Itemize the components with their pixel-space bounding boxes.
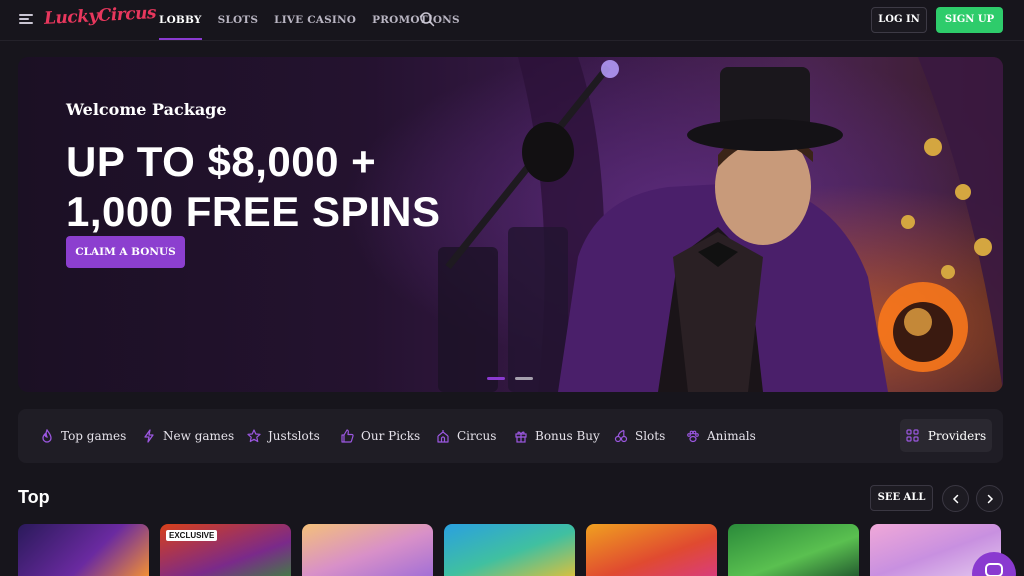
- providers-label: Providers: [927, 428, 987, 443]
- cherries-icon: [614, 429, 628, 443]
- gift-icon: [515, 431, 527, 443]
- flame-icon: [42, 429, 52, 443]
- login-button[interactable]: LOG IN: [871, 7, 927, 33]
- nav-promotions[interactable]: PROMOTIONS: [372, 0, 460, 40]
- signup-button[interactable]: SIGN UP: [936, 7, 1003, 33]
- lightning-icon: [144, 429, 154, 443]
- game-tile-1[interactable]: [18, 524, 149, 576]
- chevron-right-icon: [987, 494, 994, 504]
- paw-icon: [687, 430, 699, 443]
- grid-icon: [906, 429, 919, 442]
- hero-banner[interactable]: Welcome Package UP TO $8,000 + 1,000 FRE…: [18, 57, 1003, 392]
- category-label: Circus: [457, 429, 497, 443]
- game-tile-4[interactable]: [444, 524, 575, 576]
- thumbs-up-icon: [341, 429, 354, 443]
- category-label: Top games: [61, 429, 127, 443]
- category-slots[interactable]: Slots: [614, 409, 665, 463]
- game-tile-5[interactable]: [586, 524, 717, 576]
- category-circus[interactable]: Circus: [436, 409, 496, 463]
- hero-subtitle: Welcome Package: [66, 100, 227, 119]
- chevron-left-icon: [952, 494, 959, 504]
- category-bonus-buy[interactable]: Bonus Buy: [514, 409, 600, 463]
- nav-lobby[interactable]: LOBBY: [159, 0, 202, 40]
- site-logo[interactable]: LuckyCircus: [44, 3, 157, 29]
- hero-headline-line2: 1,000 FREE SPINS: [66, 188, 441, 235]
- circus-tent-icon: [437, 430, 449, 443]
- category-label: Justslots: [268, 429, 320, 443]
- search-icon[interactable]: [419, 11, 435, 27]
- providers-button[interactable]: Providers: [900, 419, 992, 452]
- category-bar: Top games New games Justslots Our Picks …: [18, 409, 1003, 463]
- carousel-next-button[interactable]: [976, 485, 1003, 512]
- exclusive-badge: EXCLUSIVE: [166, 530, 218, 541]
- game-tile-2[interactable]: EXCLUSIVE: [160, 524, 291, 576]
- top-header: LuckyCircus LOBBY SLOTS LIVE CASINO PROM…: [0, 0, 1024, 40]
- category-justslots[interactable]: Justslots: [247, 409, 320, 463]
- category-label: Animals: [707, 429, 756, 443]
- see-all-button[interactable]: SEE ALL: [870, 485, 933, 511]
- category-label: Bonus Buy: [535, 429, 600, 443]
- chat-bubble-icon: [985, 563, 1003, 576]
- section-title-top: Top: [18, 487, 50, 507]
- category-top-games[interactable]: Top games: [40, 409, 126, 463]
- game-tile-6[interactable]: [728, 524, 859, 576]
- claim-bonus-button[interactable]: CLAIM A BONUS: [66, 236, 185, 268]
- carousel-dot-2[interactable]: [515, 377, 533, 380]
- game-tile-3[interactable]: [302, 524, 433, 576]
- hero-headline-line1: UP TO $8,000 +: [66, 138, 377, 185]
- carousel-prev-button[interactable]: [942, 485, 969, 512]
- hamburger-menu-icon[interactable]: [19, 13, 33, 25]
- header-divider: [0, 40, 1024, 41]
- category-new-games[interactable]: New games: [142, 409, 234, 463]
- category-label: New games: [163, 429, 235, 443]
- category-label: Our Picks: [361, 429, 421, 443]
- carousel-dot-1[interactable]: [487, 377, 505, 380]
- hero-headline: UP TO $8,000 + 1,000 FREE SPINS: [66, 137, 441, 237]
- nav-live-casino[interactable]: LIVE CASINO: [274, 0, 356, 40]
- category-our-picks[interactable]: Our Picks: [340, 409, 420, 463]
- category-label: Slots: [635, 429, 666, 443]
- nav-slots[interactable]: SLOTS: [218, 0, 259, 40]
- category-animals[interactable]: Animals: [686, 409, 756, 463]
- star-icon: [247, 429, 261, 443]
